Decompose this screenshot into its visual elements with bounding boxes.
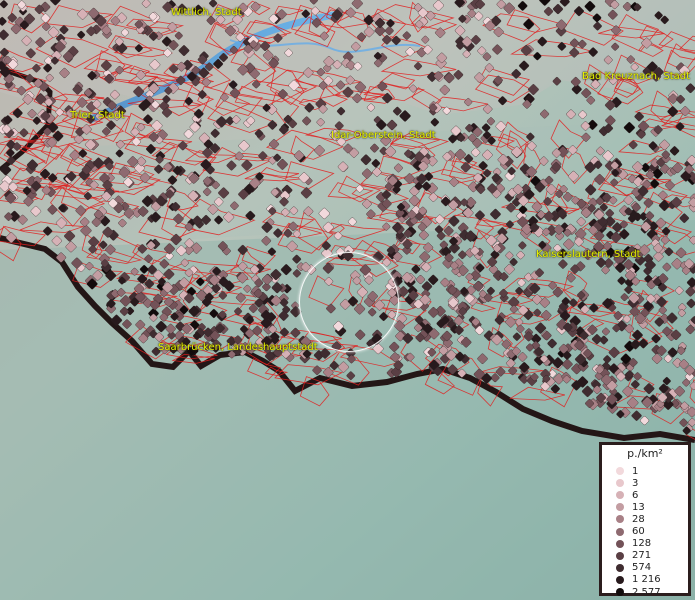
legend-item: 2 577 (616, 586, 661, 598)
city-label-bad-kreuznach: Bad Kreuznach, Stadt (582, 71, 691, 82)
legend-item: 6 (616, 489, 638, 501)
legend-label: 13 (632, 501, 645, 513)
selection-circle (299, 252, 399, 352)
city-label-kaiserslautern: Kaiserslautern, Stadt (536, 249, 641, 260)
legend-label: 1 216 (632, 574, 661, 586)
legend-label: 28 (632, 513, 645, 525)
legend-dot (616, 551, 624, 560)
legend-label: 60 (632, 526, 645, 537)
legend-item: 28 (616, 513, 645, 525)
legend-dot (616, 563, 624, 572)
legend-dot (616, 527, 624, 536)
legend-dot (616, 575, 624, 584)
legend-dot (616, 467, 624, 475)
legend-dot (616, 515, 624, 524)
legend-dot (616, 479, 624, 488)
city-label-idar-oberstein: Idar-Oberstein, Stadt (331, 130, 436, 141)
legend-label: 3 (632, 477, 639, 489)
city-label-trier: Trier, Stadt (70, 110, 125, 121)
legend-label: 1 (632, 465, 639, 477)
legend-dot (616, 503, 624, 512)
legend-item: 574 (616, 562, 651, 574)
legend-item: 13 (616, 501, 645, 513)
legend-dot (616, 588, 624, 596)
legend-label: 271 (632, 550, 652, 562)
legend-title: p./km² (627, 447, 663, 460)
population-density-legend: p./km² 1 3 6 13 28 60 128 271 574 1 216 2 577 (599, 442, 691, 598)
legend-label: 6 (632, 489, 639, 501)
legend-item: 60 (616, 526, 645, 538)
legend-item: 1 216 (616, 574, 661, 586)
city-label-saarbruecken: Saarbrücken, Landeshauptstadt (158, 342, 318, 353)
legend-item: 1 (616, 465, 638, 477)
map-view[interactable]: Wittlich, Stadt Bad Kreuznach, Stadt Tri… (0, 0, 695, 600)
legend-dot (616, 539, 624, 548)
city-label-wittlich: Wittlich, Stadt (171, 7, 242, 18)
legend-item: 271 (616, 550, 651, 562)
legend-item: 128 (616, 538, 651, 550)
legend-dot (616, 491, 624, 500)
legend-label: 128 (632, 538, 652, 550)
legend-label: 574 (632, 562, 652, 574)
legend-item: 3 (616, 477, 638, 489)
legend-label: 2 577 (632, 586, 661, 598)
